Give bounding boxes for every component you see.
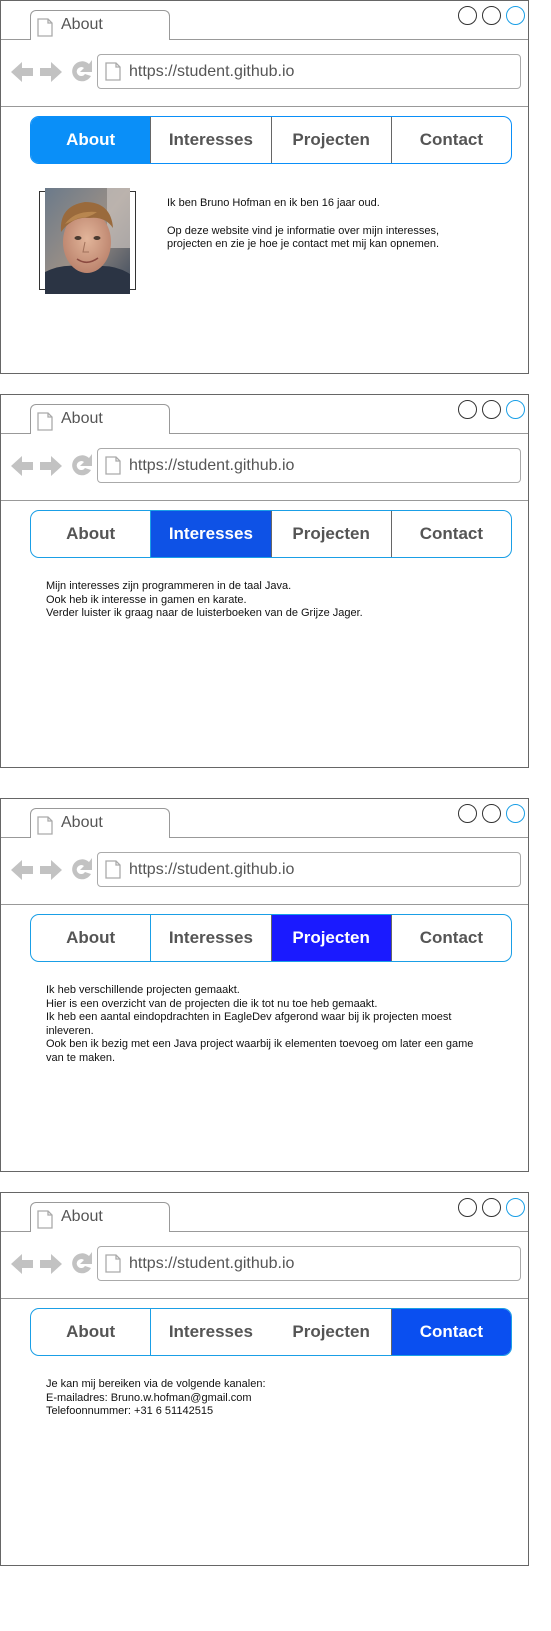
forward-arrow-icon[interactable]: [40, 860, 62, 880]
header-divider: [1, 904, 528, 905]
text-line: Ook ben ik bezig met een Java project wa…: [46, 1038, 474, 1064]
url-text: https://student.github.io: [129, 457, 295, 474]
contact-text: Je kan mij bereiken via de volgende kana…: [46, 1378, 486, 1419]
browser-mockup-contact: About https://student.github.io About In…: [0, 1192, 529, 1566]
back-arrow-icon[interactable]: [11, 456, 33, 476]
url-text: https://student.github.io: [129, 63, 295, 80]
menu-item-about[interactable]: About: [31, 1309, 150, 1355]
menu-item-projecten[interactable]: Projecten: [270, 915, 391, 961]
menu-item-interesses[interactable]: Interesses: [150, 1309, 270, 1355]
menu-item-interesses[interactable]: Interesses: [150, 915, 270, 961]
reload-icon[interactable]: [72, 60, 92, 82]
back-arrow-icon[interactable]: [11, 1254, 33, 1274]
page-icon: [105, 62, 121, 81]
page-icon: [105, 860, 121, 879]
header-divider: [1, 106, 528, 107]
address-bar[interactable]: https://student.github.io: [97, 54, 521, 89]
navigation-icons: [11, 454, 92, 476]
menu-item-contact[interactable]: Contact: [390, 915, 511, 961]
window-button-icon[interactable]: [506, 1198, 525, 1217]
header-divider: [1, 500, 528, 501]
navigation-icons: [11, 858, 92, 880]
browser-tab[interactable]: About: [30, 404, 170, 434]
menu-item-about[interactable]: About: [31, 915, 150, 961]
browser-tab[interactable]: About: [30, 1202, 170, 1232]
reload-icon[interactable]: [72, 1252, 92, 1274]
main-menu: About Interesses Projecten Contact: [30, 1308, 512, 1356]
window-button-icon[interactable]: [482, 400, 501, 419]
menu-item-interesses[interactable]: Interesses: [150, 511, 271, 557]
menu-item-projecten[interactable]: Projecten: [270, 511, 391, 557]
text-line: Ook heb ik interesse in gamen en karate.: [46, 593, 247, 606]
window-button-icon[interactable]: [458, 804, 477, 823]
email-text: E-mailadres: Bruno.w.hofman@gmail.com: [46, 1391, 252, 1404]
about-text: Ik ben Bruno Hofman en ik ben 16 jaar ou…: [167, 197, 467, 252]
browser-mockup-projecten: About https://student.github.io About In…: [0, 798, 529, 1172]
window-button-icon[interactable]: [506, 804, 525, 823]
menu-item-contact[interactable]: Contact: [390, 1309, 511, 1355]
tab-title: About: [61, 814, 103, 831]
url-text: https://student.github.io: [129, 1255, 295, 1272]
window-button-icon[interactable]: [482, 6, 501, 25]
about-paragraph: Op deze website vind je informatie over …: [167, 224, 440, 251]
menu-item-contact[interactable]: Contact: [390, 511, 511, 557]
navigation-icons: [11, 1252, 92, 1274]
forward-arrow-icon[interactable]: [40, 62, 62, 82]
phone-text: Telefoonnummer: +31 6 51142515: [46, 1405, 214, 1417]
page-icon: [105, 1254, 121, 1273]
main-menu: About Interesses Projecten Contact: [30, 510, 512, 558]
page-icon: [37, 412, 53, 431]
back-arrow-icon[interactable]: [11, 62, 33, 82]
text-line: Verder luister ik graag naar de luisterb…: [46, 607, 363, 619]
menu-item-about[interactable]: About: [31, 117, 151, 163]
address-bar[interactable]: https://student.github.io: [97, 448, 521, 483]
browser-mockup-interesses: About https://student.github.io About In…: [0, 394, 529, 768]
navigation-icons: [11, 60, 92, 82]
window-button-icon[interactable]: [458, 400, 477, 419]
menu-item-about[interactable]: About: [31, 511, 150, 557]
browser-mockup-about: About https://student.github.io About In…: [0, 0, 529, 374]
menu-item-contact[interactable]: Contact: [390, 117, 511, 163]
interesses-text: Mijn interesses zijn programmeren in de …: [46, 580, 486, 621]
address-bar[interactable]: https://student.github.io: [97, 1246, 521, 1281]
browser-tab[interactable]: About: [30, 10, 170, 40]
tab-title: About: [61, 16, 103, 33]
menu-item-projecten[interactable]: Projecten: [270, 117, 391, 163]
tab-title: About: [61, 410, 103, 427]
main-menu: About Interesses Projecten Contact: [30, 914, 512, 962]
window-button-icon[interactable]: [506, 400, 525, 419]
menu-item-interesses[interactable]: Interesses: [150, 117, 270, 163]
menu-item-projecten[interactable]: Projecten: [271, 1309, 391, 1355]
page-icon: [37, 816, 53, 835]
forward-arrow-icon[interactable]: [40, 1254, 62, 1274]
window-button-icon[interactable]: [506, 6, 525, 25]
text-line: Hier is een overzicht van de projecten d…: [46, 997, 378, 1010]
header-divider: [1, 1298, 528, 1299]
text-line: Mijn interesses zijn programmeren in de …: [46, 580, 292, 592]
url-text: https://student.github.io: [129, 861, 295, 878]
reload-icon[interactable]: [72, 858, 92, 880]
window-button-icon[interactable]: [482, 804, 501, 823]
forward-arrow-icon[interactable]: [40, 456, 62, 476]
window-button-icon[interactable]: [458, 1198, 477, 1217]
text-line: Ik heb een aantal eindopdrachten in Eagl…: [46, 1011, 452, 1037]
address-bar[interactable]: https://student.github.io: [97, 852, 521, 887]
reload-icon[interactable]: [72, 454, 92, 476]
browser-tab[interactable]: About: [30, 808, 170, 838]
text-line: Je kan mij bereiken via de volgende kana…: [46, 1378, 266, 1390]
about-paragraph: Ik ben Bruno Hofman en ik ben 16 jaar ou…: [167, 197, 380, 209]
text-line: Ik heb verschillende projecten gemaakt.: [46, 984, 240, 996]
page-icon: [37, 1210, 53, 1229]
portrait-photo: [45, 188, 130, 294]
window-button-icon[interactable]: [458, 6, 477, 25]
window-button-icon[interactable]: [482, 1198, 501, 1217]
back-arrow-icon[interactable]: [11, 860, 33, 880]
page-icon: [105, 456, 121, 475]
page-icon: [37, 18, 53, 37]
main-menu: About Interesses Projecten Contact: [30, 116, 512, 164]
projecten-text: Ik heb verschillende projecten gemaakt. …: [46, 984, 476, 1065]
tab-title: About: [61, 1208, 103, 1225]
